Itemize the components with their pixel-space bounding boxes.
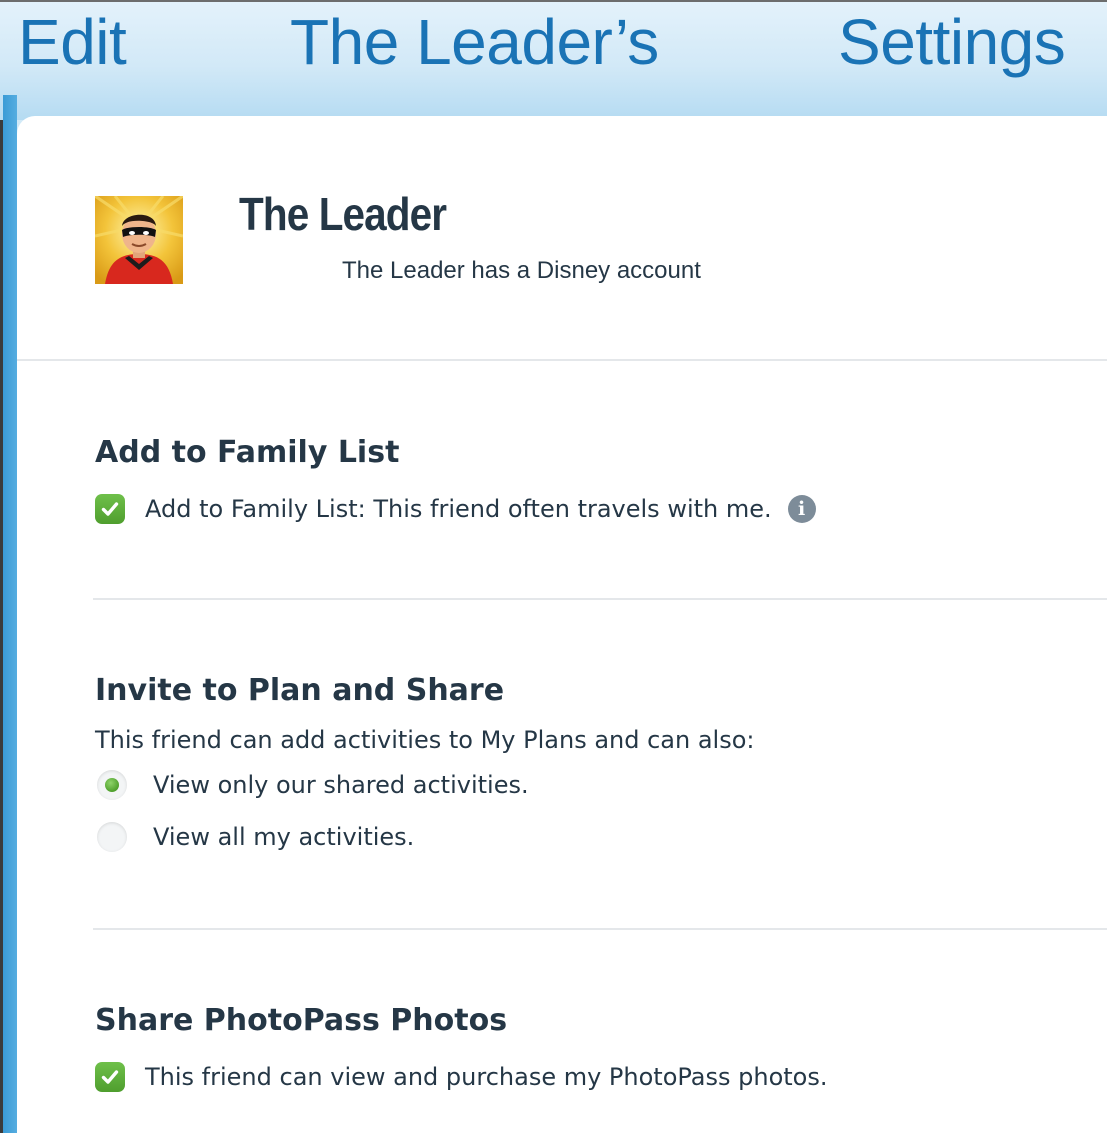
family-list-checkbox[interactable]	[95, 494, 125, 524]
radio-option-all-activities[interactable]: View all my activities.	[97, 820, 414, 854]
radio-dot	[105, 778, 119, 792]
incredible-character-avatar-icon	[95, 196, 183, 284]
radio-option-label: View all my activities.	[153, 823, 415, 851]
profile-account-status: The Leader has a Disney account	[342, 257, 701, 284]
photopass-checkbox-row[interactable]: This friend can view and purchase my Pho…	[95, 1060, 827, 1094]
checkmark-icon	[101, 502, 119, 516]
profile-name: The Leader	[239, 188, 447, 240]
section-divider	[17, 359, 1107, 361]
family-list-checkbox-label: Add to Family List: This friend often tr…	[145, 495, 772, 523]
section-divider	[93, 598, 1107, 600]
plan-share-heading: Invite to Plan and Share	[95, 673, 505, 708]
photopass-checkbox[interactable]	[95, 1062, 125, 1092]
settings-card: The Leader The Leader has a Disney accou…	[17, 116, 1107, 1133]
radio-option-label: View only our shared activities.	[153, 771, 529, 799]
header-word-leader: The Leader’s	[290, 6, 659, 78]
radio-button-unselected[interactable]	[97, 822, 127, 852]
header-word-edit: Edit	[18, 6, 127, 78]
section-divider	[93, 928, 1107, 930]
plan-share-description: This friend can add activities to My Pla…	[95, 726, 755, 754]
radio-button-selected[interactable]	[97, 770, 127, 800]
app-frame: Edit The Leader’s Settings The Leader Th…	[0, 0, 1107, 1133]
photopass-checkbox-label: This friend can view and purchase my Pho…	[145, 1063, 828, 1091]
header-word-settings: Settings	[838, 6, 1066, 78]
checkmark-icon	[101, 1070, 119, 1084]
family-list-heading: Add to Family List	[95, 435, 400, 470]
info-icon[interactable]: i	[787, 495, 816, 523]
radio-option-shared-activities[interactable]: View only our shared activities.	[97, 768, 529, 802]
family-list-checkbox-row[interactable]: Add to Family List: This friend often tr…	[95, 492, 816, 526]
avatar	[95, 196, 183, 284]
page-header: Edit The Leader’s Settings	[0, 0, 1107, 120]
plan-share-description-row: This friend can add activities to My Pla…	[95, 723, 755, 757]
left-accent-stripe	[3, 95, 17, 1133]
photopass-heading: Share PhotoPass Photos	[95, 1003, 508, 1038]
